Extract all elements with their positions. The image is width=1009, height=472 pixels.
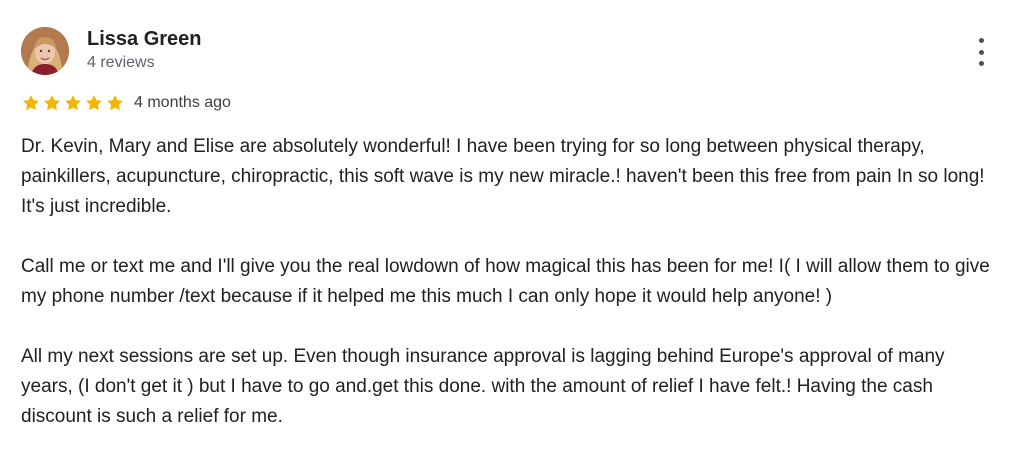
star-rating: 4 months ago [21,92,231,114]
reviewer-avatar-image [21,27,69,75]
review-card: Lissa Green 4 reviews 4 months ago Dr. K… [0,0,1009,472]
review-paragraph: All my next sessions are set up. Even th… [21,346,945,427]
star-icon [65,95,81,111]
more-vert-icon [978,38,984,43]
review-paragraph: Call me or text me and I'll give you the… [21,256,990,307]
more-vert-icon [978,61,984,66]
review-count: 4 reviews [87,54,155,71]
review-paragraph: Dr. Kevin, Mary and Elise are absolutely… [21,136,985,217]
star-icon [23,95,39,111]
avatar[interactable] [21,27,69,75]
reviewer-name[interactable]: Lissa Green [87,27,202,51]
review-date: 4 months ago [134,94,231,111]
more-vert-icon [978,49,984,55]
review-text: Dr. Kevin, Mary and Elise are absolutely… [21,132,993,432]
star-icon [44,95,60,111]
more-options-button[interactable] [970,36,992,68]
star-icon [86,95,102,111]
star-icon [107,95,123,111]
